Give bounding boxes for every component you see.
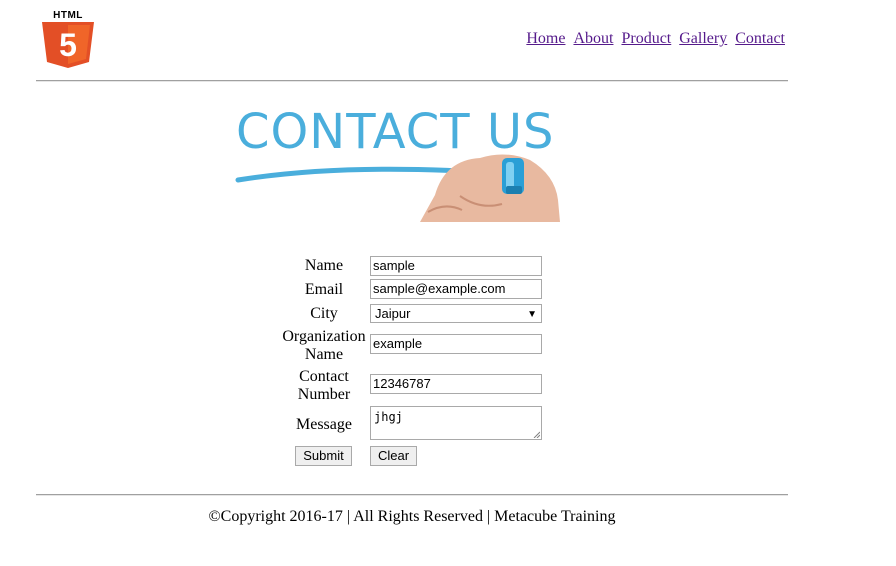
html5-shield-icon: 5	[42, 22, 94, 68]
contact-number-label-line1: Contact	[299, 368, 349, 385]
contact-number-label: Contact Number	[280, 368, 368, 404]
dropdown-arrow-icon: ▼	[527, 309, 537, 320]
organization-label-line2: Name	[304, 346, 344, 363]
message-textarea-value: jhgj	[374, 410, 403, 424]
city-select-value: Jaipur	[375, 306, 411, 321]
nav-about-link[interactable]: About	[573, 30, 613, 47]
banner-title: CONTACT US	[236, 104, 555, 160]
name-input[interactable]: sample	[370, 256, 542, 276]
organization-label-line1: Organization	[282, 328, 366, 345]
city-label: City	[310, 305, 338, 322]
contact-us-banner: CONTACT US	[230, 100, 590, 225]
contact-number-label-line2: Number	[297, 386, 351, 403]
nav-product-link[interactable]: Product	[621, 30, 671, 47]
nav-home-link[interactable]: Home	[526, 30, 565, 47]
contact-number-input[interactable]: 12346787	[370, 374, 542, 394]
city-select[interactable]: Jaipur ▼	[370, 304, 542, 323]
footer-copyright: ©Copyright 2016-17 | All Rights Reserved…	[208, 508, 616, 525]
logo-text: HTML	[53, 10, 83, 21]
message-textarea[interactable]: jhgj	[370, 406, 542, 440]
organization-input[interactable]: example	[370, 334, 542, 354]
clear-button[interactable]: Clear	[370, 446, 417, 466]
logo-digit: 5	[59, 27, 77, 63]
top-navigation: Home About Product Gallery Contact	[526, 30, 785, 48]
message-label: Message	[296, 416, 352, 433]
email-input[interactable]: sample@example.com	[370, 279, 542, 299]
email-label: Email	[304, 281, 344, 298]
nav-gallery-link[interactable]: Gallery	[679, 30, 727, 47]
name-label: Name	[304, 257, 344, 274]
submit-button[interactable]: Submit	[295, 446, 352, 466]
header-divider	[36, 80, 788, 82]
nav-contact-link[interactable]: Contact	[735, 30, 785, 47]
organization-label: Organization Name	[280, 328, 368, 364]
footer-divider	[36, 494, 788, 496]
resize-grip-icon[interactable]	[533, 431, 540, 438]
html5-logo: HTML 5	[40, 10, 96, 68]
